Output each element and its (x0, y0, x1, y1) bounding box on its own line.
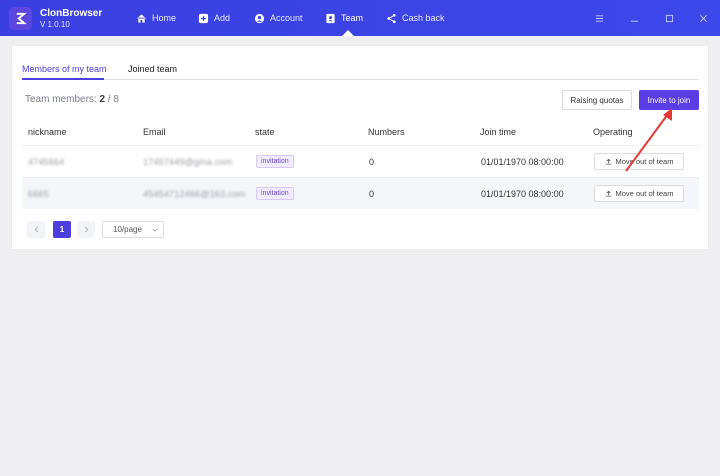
home-icon (136, 13, 147, 23)
cell-nickname: 6665 (28, 189, 49, 199)
cell-join-time: 01/01/1970 08:00:00 (481, 157, 564, 167)
cell-email: 17457449@gma.com (143, 157, 232, 167)
nickname-value: 6665 (28, 189, 49, 199)
nav-home[interactable]: Home (136, 0, 176, 36)
team-members-count: Team members: 2 / 8 (25, 94, 119, 105)
upload-icon (605, 190, 611, 197)
move-out-label: Move out of team (615, 157, 674, 166)
app-version: V 1.0.10 (40, 20, 70, 29)
table-row: 4745664 17457449@gma.com invitation 0 01… (22, 145, 699, 177)
nav-home-label: Home (152, 13, 177, 23)
page-number[interactable]: 1 (53, 221, 71, 238)
page-size-value: 10/page (113, 225, 142, 234)
app-name: ClonBrowser (40, 8, 103, 19)
chevron-down-icon (152, 228, 158, 232)
header-join-time: Join time (480, 127, 517, 137)
table-header: nickname Email state Numbers Join time O… (22, 119, 699, 145)
logo-icon (16, 12, 27, 25)
maximize-button[interactable] (661, 10, 677, 26)
cell-join-time: 01/01/1970 08:00:00 (481, 189, 564, 199)
status-badge: invitation (256, 155, 294, 168)
cell-email: 45454712466@163.com (143, 189, 246, 199)
team-members-max: 8 (113, 94, 119, 105)
page-size-select[interactable]: 10/page (102, 221, 164, 238)
minimize-button[interactable] (626, 10, 642, 26)
maximize-icon (665, 14, 673, 22)
move-out-label: Move out of team (615, 189, 674, 198)
title-bar: ClonBrowser V 1.0.10 Home Add Account Te… (0, 0, 720, 36)
invite-to-join-button[interactable]: Invite to join (639, 90, 699, 110)
table-row: 6665 45454712466@163.com invitation 0 01… (22, 177, 699, 209)
team-icon (326, 13, 335, 23)
minimize-icon (630, 20, 638, 22)
chevron-right-icon (84, 226, 88, 233)
close-button[interactable] (695, 10, 711, 26)
next-page-button[interactable] (77, 221, 95, 238)
active-nav-indicator (342, 30, 354, 36)
active-tab-underline (22, 78, 104, 80)
upload-icon (605, 158, 611, 165)
app-logo (9, 7, 32, 30)
nickname-value: 4745664 (28, 157, 65, 167)
nav-add[interactable]: Add (198, 0, 230, 36)
share-icon (387, 13, 396, 23)
header-numbers: Numbers (368, 127, 405, 137)
team-members-label: Team members: (25, 94, 97, 105)
cell-nickname: 4745664 (28, 157, 64, 167)
header-nickname: nickname (28, 127, 67, 137)
nav-account[interactable]: Account (254, 0, 303, 36)
chevron-left-icon (34, 226, 38, 233)
move-out-of-team-button[interactable]: Move out of team (594, 185, 684, 202)
email-value: 45454712466@163.com (143, 189, 246, 199)
header-operating: Operating (593, 127, 633, 137)
nav-team-label: Team (341, 13, 364, 23)
prev-page-button[interactable] (27, 221, 45, 238)
cell-numbers: 0 (369, 157, 375, 167)
plus-square-icon (198, 13, 209, 23)
tab-members-of-my-team[interactable]: Members of my team (22, 64, 107, 74)
header-email: Email (143, 127, 166, 137)
menu-button[interactable] (591, 10, 607, 26)
menu-icon (595, 14, 603, 22)
nav-account-label: Account (270, 13, 303, 23)
team-panel: Members of my team Joined team Team memb… (12, 46, 708, 249)
email-value: 17457449@gma.com (143, 157, 233, 167)
status-badge: invitation (256, 187, 294, 200)
nav-cash-back-label: Cash back (402, 13, 445, 23)
move-out-of-team-button[interactable]: Move out of team (594, 153, 684, 170)
cell-numbers: 0 (369, 189, 375, 199)
nav-cash-back[interactable]: Cash back (386, 0, 445, 36)
header-state: state (255, 127, 275, 137)
nav-add-label: Add (214, 13, 231, 23)
raising-quotas-button[interactable]: Raising quotas (562, 90, 632, 110)
close-icon (699, 14, 707, 22)
user-circle-icon (254, 13, 265, 23)
tab-joined-team[interactable]: Joined team (128, 64, 177, 74)
members-table: nickname Email state Numbers Join time O… (22, 119, 699, 209)
team-tabs: Members of my team Joined team (22, 60, 699, 80)
